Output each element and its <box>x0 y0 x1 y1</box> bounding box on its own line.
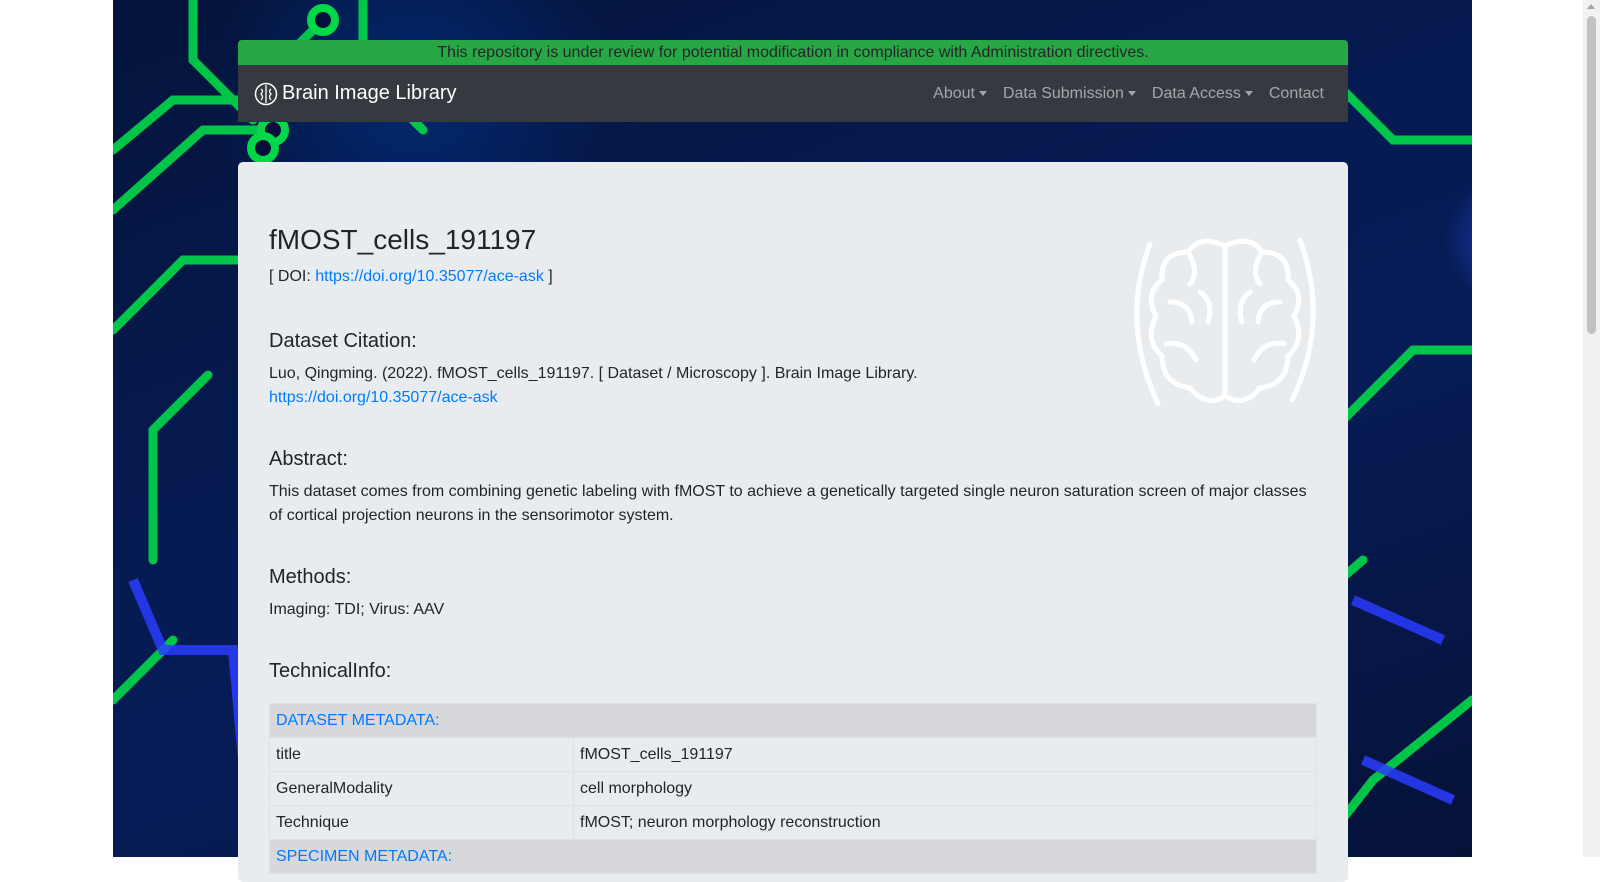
technical-info-table: DATASET METADATA: title fMOST_cells_1911… <box>269 703 1317 874</box>
nav-data-access-dropdown[interactable]: Data Access <box>1144 85 1261 103</box>
table-key: title <box>269 737 574 772</box>
table-row: Technique fMOST; neuron morphology recon… <box>269 805 1317 840</box>
doi-line: [ DOI: https://doi.org/10.35077/ace-ask … <box>269 268 553 286</box>
scrollbar-thumb[interactable] <box>1587 16 1596 334</box>
brain-icon <box>1134 237 1316 407</box>
notice-text: This repository is under review for pote… <box>437 44 1149 61</box>
doi-suffix: ] <box>543 268 553 285</box>
nav-contact-label: Contact <box>1268 84 1324 102</box>
methods-text: Imaging: TDI; Virus: AAV <box>269 601 445 618</box>
page-scrollbar[interactable] <box>1583 0 1600 857</box>
table-group-row: DATASET METADATA: <box>269 703 1317 738</box>
table-row: title fMOST_cells_191197 <box>269 737 1317 772</box>
brain-icon <box>254 82 278 105</box>
doi-link[interactable]: https://doi.org/10.35077/ace-ask <box>315 268 544 285</box>
nav-about-label: About <box>933 84 975 102</box>
caret-down-icon <box>1244 91 1253 96</box>
caret-down-icon <box>978 91 987 96</box>
table-key: Technique <box>269 805 574 840</box>
nav-menu: About Data Submission Data Access Contac… <box>925 65 1332 122</box>
dataset-title: fMOST_cells_191197 <box>269 224 537 255</box>
methods-heading: Methods: <box>269 566 352 588</box>
dataset-metadata-label[interactable]: DATASET METADATA: <box>269 703 1317 738</box>
scroll-up-icon[interactable] <box>1587 4 1595 9</box>
table-value: fMOST_cells_191197 <box>573 737 1317 772</box>
brand-link[interactable]: Brain Image Library <box>254 65 457 122</box>
doi-prefix: [ DOI: <box>269 268 316 285</box>
nav-data-submission-dropdown[interactable]: Data Submission <box>995 85 1144 103</box>
table-key: GeneralModality <box>269 771 574 806</box>
citation-heading: Dataset Citation: <box>269 330 417 352</box>
abstract-heading: Abstract: <box>269 448 348 470</box>
nav-contact-link[interactable]: Contact <box>1261 85 1332 103</box>
table-row: GeneralModality cell morphology <box>269 771 1317 806</box>
citation-text: Luo, Qingming. (2022). fMOST_cells_19119… <box>269 365 918 382</box>
table-value: cell morphology <box>573 771 1317 806</box>
brand-name: Brain Image Library <box>282 82 457 104</box>
caret-down-icon <box>1127 91 1136 96</box>
notice-banner: This repository is under review for pote… <box>238 40 1348 65</box>
abstract-text: This dataset comes from combining geneti… <box>269 483 1307 524</box>
citation-link[interactable]: https://doi.org/10.35077/ace-ask <box>269 386 498 410</box>
nav-data-submission-label: Data Submission <box>1002 84 1124 102</box>
table-value: fMOST; neuron morphology reconstruction <box>573 805 1317 840</box>
technical-heading: TechnicalInfo: <box>269 660 392 682</box>
top-navbar: Brain Image Library About Data Submissio… <box>238 65 1348 122</box>
dataset-card: fMOST_cells_191197 [ DOI: https://doi.or… <box>238 162 1348 882</box>
nav-data-access-label: Data Access <box>1151 84 1241 102</box>
nav-about-dropdown[interactable]: About <box>925 85 995 103</box>
